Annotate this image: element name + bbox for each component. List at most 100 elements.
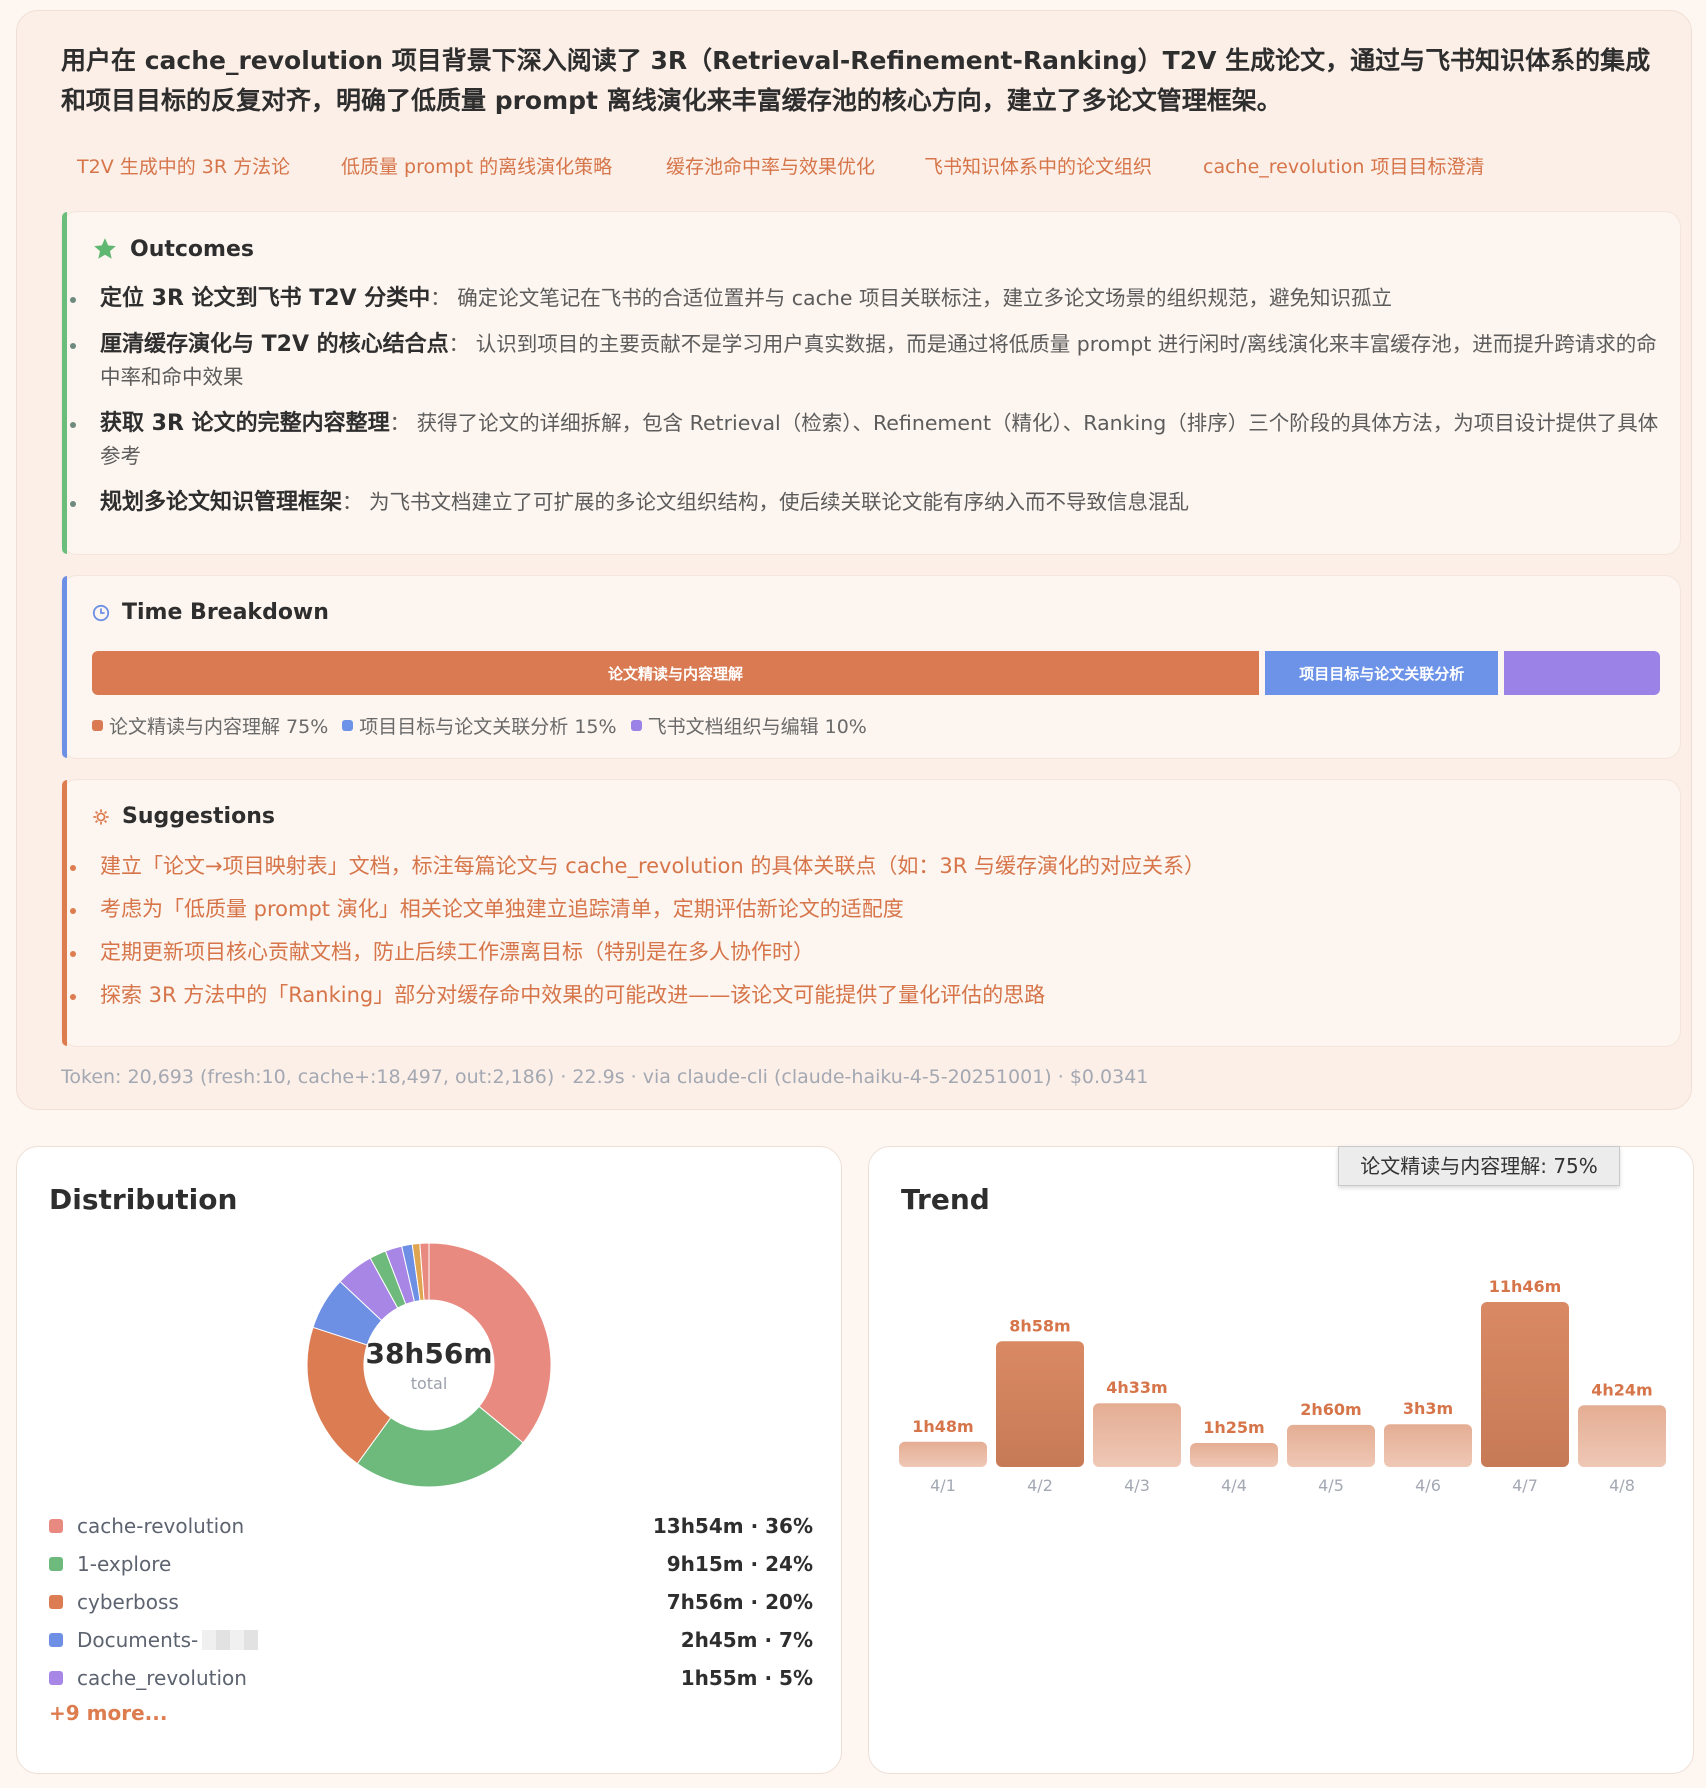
suggestions-heading: Suggestions [92, 804, 275, 829]
trend-x-tick-label: 4/7 [1512, 1476, 1538, 1495]
outcome-item: 规划多论文知识管理框架： 为飞书文档建立了可扩展的多论文组织结构，使后续关联论文… [62, 486, 1672, 519]
distribution-list: cache-revolution 13h54m · 36% 1-explore … [49, 1507, 813, 1697]
distribution-title: Distribution [49, 1183, 238, 1216]
outcomes-list: 定位 3R 论文到飞书 T2V 分类中： 确定论文笔记在飞书的合适位置并与 ca… [62, 282, 1672, 532]
time-segment-label: 项目目标与论文关联分析 [1299, 664, 1465, 683]
outcome-head: 定位 3R 论文到飞书 T2V 分类中 [100, 286, 431, 311]
trend-x-tick-label: 4/6 [1415, 1476, 1441, 1495]
project-value: 13h54m · 36% [652, 1514, 813, 1538]
section-accent-bar [62, 576, 67, 758]
legend-swatch [630, 720, 642, 731]
color-swatch [49, 1519, 63, 1533]
legend-entry: 论文精读与内容理解 75% [92, 712, 328, 739]
trend-bar-value-label: 8h58m [1009, 1316, 1070, 1335]
outcome-head: 厘清缓存演化与 T2V 的核心结合点 [100, 332, 449, 357]
trend-bar-4/8[interactable] [1578, 1405, 1666, 1467]
time-segment[interactable]: 项目目标与论文关联分析 [1265, 651, 1499, 695]
suggestions-section: Suggestions 建立「论文→项目映射表」文档，标注每篇论文与 cache… [61, 779, 1681, 1047]
donut-center: 38h56m total [307, 1243, 551, 1487]
trend-bar-4/6[interactable] [1384, 1424, 1472, 1467]
summary-text: 用户在 cache_revolution 项目背景下深入阅读了 3R（Retri… [61, 46, 1651, 115]
distribution-row-left: 1-explore [49, 1552, 171, 1576]
suggestions-title: Suggestions [122, 804, 275, 829]
outcomes-section: Outcomes 定位 3R 论文到飞书 T2V 分类中： 确定论文笔记在飞书的… [61, 211, 1681, 555]
redacted-text [202, 1630, 259, 1650]
chart-tooltip: 论文精读与内容理解: 75% [1338, 1146, 1620, 1186]
distribution-row[interactable]: cache-revolution 13h54m · 36% [49, 1507, 813, 1545]
suggestion-item: 建立「论文→项目映射表」文档，标注每篇论文与 cache_revolution … [62, 850, 1672, 883]
trend-bar-4/2[interactable] [996, 1341, 1084, 1467]
trend-bar-chart: 1h48m 4/1 8h58m 4/2 4h33m 4/3 1h25m 4/4 2h60m 4/5… [899, 1277, 1666, 1495]
time-segment-label: 论文精读与内容理解 [607, 664, 743, 683]
outcome-item: 定位 3R 论文到飞书 T2V 分类中： 确定论文笔记在飞书的合适位置并与 ca… [62, 282, 1672, 315]
topic-tag[interactable]: 低质量 prompt 的离线演化策略 [341, 151, 612, 183]
distribution-row[interactable]: Documents- 2h45m · 7% [49, 1621, 813, 1659]
donut-total: 38h56m [365, 1337, 493, 1370]
time-segment[interactable]: 论文精读与内容理解 [92, 651, 1259, 695]
time-breakdown-heading: Time Breakdown [92, 600, 329, 625]
distribution-row-left: cache_revolution [49, 1666, 247, 1690]
outcomes-title: Outcomes [130, 236, 254, 262]
topic-tag[interactable]: 缓存池命中率与效果优化 [666, 151, 875, 183]
topic-tag[interactable]: cache_revolution 项目目标澄清 [1203, 151, 1484, 183]
clock-icon [92, 604, 110, 621]
trend-x-tick-label: 4/8 [1609, 1476, 1635, 1495]
suggestion-item: 考虑为「低质量 prompt 演化」相关论文单独建立追踪清单，定期评估新论文的适… [62, 893, 1672, 926]
time-breakdown-legend: 论文精读与内容理解 75% 项目目标与论文关联分析 15% 飞书文档组织与编辑 … [92, 712, 867, 739]
legend-swatch [92, 720, 103, 731]
legend-swatch [342, 720, 354, 731]
project-name: cyberboss [77, 1590, 179, 1614]
trend-bar-4/5[interactable] [1287, 1424, 1375, 1467]
outcome-item: 获取 3R 论文的完整内容整理： 获得了论文的详细拆解，包含 Retrieval… [62, 407, 1672, 473]
project-value: 7h56m · 20% [666, 1590, 813, 1614]
distribution-row-left: Documents- [49, 1628, 259, 1652]
color-swatch [49, 1633, 63, 1647]
time-breakdown-section: Time Breakdown 论文精读与内容理解 项目目标与论文关联分析 论文精… [61, 575, 1681, 759]
distribution-row[interactable]: cache_revolution 1h55m · 5% [49, 1659, 813, 1697]
project-value: 2h45m · 7% [680, 1628, 813, 1652]
time-breakdown-title: Time Breakdown [122, 600, 329, 625]
session-summary-card: 用户在 cache_revolution 项目背景下深入阅读了 3R（Retri… [16, 10, 1692, 1110]
trend-panel: Trend 1h48m 4/1 8h58m 4/2 4h33m 4/3 1h25m 4/4 2h… [868, 1146, 1694, 1774]
color-swatch [49, 1671, 63, 1685]
trend-bar-4/1[interactable] [899, 1441, 987, 1467]
outcome-item: 厘清缓存演化与 T2V 的核心结合点： 认识到项目的主要贡献不是学习用户真实数据… [62, 328, 1672, 394]
distribution-row[interactable]: cyberboss 7h56m · 20% [49, 1583, 813, 1621]
trend-bar-4/3[interactable] [1093, 1403, 1181, 1467]
project-name: Documents- [77, 1628, 199, 1652]
color-swatch [49, 1595, 63, 1609]
distribution-row-left: cyberboss [49, 1590, 179, 1614]
legend-label: 论文精读与内容理解 75% [109, 716, 329, 738]
color-swatch [49, 1557, 63, 1571]
suggestions-list: 建立「论文→项目映射表」文档，标注每篇论文与 cache_revolution … [62, 850, 1672, 1022]
trend-bar-value-label: 2h60m [1300, 1400, 1361, 1419]
topic-tag[interactable]: 飞书知识体系中的论文组织 [924, 151, 1152, 183]
donut-total-label: total [410, 1374, 448, 1393]
legend-entry: 飞书文档组织与编辑 10% [630, 712, 867, 739]
trend-bar-value-label: 1h48m [912, 1417, 973, 1436]
gear-icon [93, 808, 109, 825]
time-segment[interactable] [1504, 651, 1660, 695]
trend-bar-4/4[interactable] [1190, 1443, 1278, 1467]
outcome-head: 获取 3R 论文的完整内容整理 [100, 411, 390, 436]
trend-bar-value-label: 3h3m [1403, 1399, 1453, 1418]
suggestion-item: 探索 3R 方法中的「Ranking」部分对缓存命中效果的可能改进——该论文可能… [62, 979, 1672, 1012]
trend-bar-4/7[interactable] [1481, 1302, 1569, 1467]
trend-bar-value-label: 1h25m [1203, 1418, 1264, 1437]
trend-bar-value-label: 11h46m [1489, 1277, 1562, 1296]
topic-tag[interactable]: T2V 生成中的 3R 方法论 [77, 151, 290, 183]
outcomes-heading: Outcomes [92, 236, 254, 262]
trend-x-tick-label: 4/4 [1221, 1476, 1247, 1495]
distribution-row[interactable]: 1-explore 9h15m · 24% [49, 1545, 813, 1583]
project-name: cache_revolution [77, 1666, 247, 1690]
outcome-body: 确定论文笔记在飞书的合适位置并与 cache 项目关联标注，建立多论文场景的组织… [457, 286, 1393, 310]
show-more-link[interactable]: +9 more... [49, 1701, 167, 1725]
project-name: 1-explore [77, 1552, 172, 1576]
trend-x-tick-label: 4/1 [930, 1476, 956, 1495]
legend-entry: 项目目标与论文关联分析 15% [342, 712, 617, 739]
project-value: 1h55m · 5% [680, 1666, 813, 1690]
trend-bar-value-label: 4h24m [1591, 1380, 1652, 1399]
outcome-body: 为飞书文档建立了可扩展的多论文组织结构，使后续关联论文能有序纳入而不导致信息混乱 [369, 490, 1190, 514]
time-breakdown-bar: 论文精读与内容理解 项目目标与论文关联分析 [92, 651, 1660, 695]
star-icon [94, 238, 116, 259]
